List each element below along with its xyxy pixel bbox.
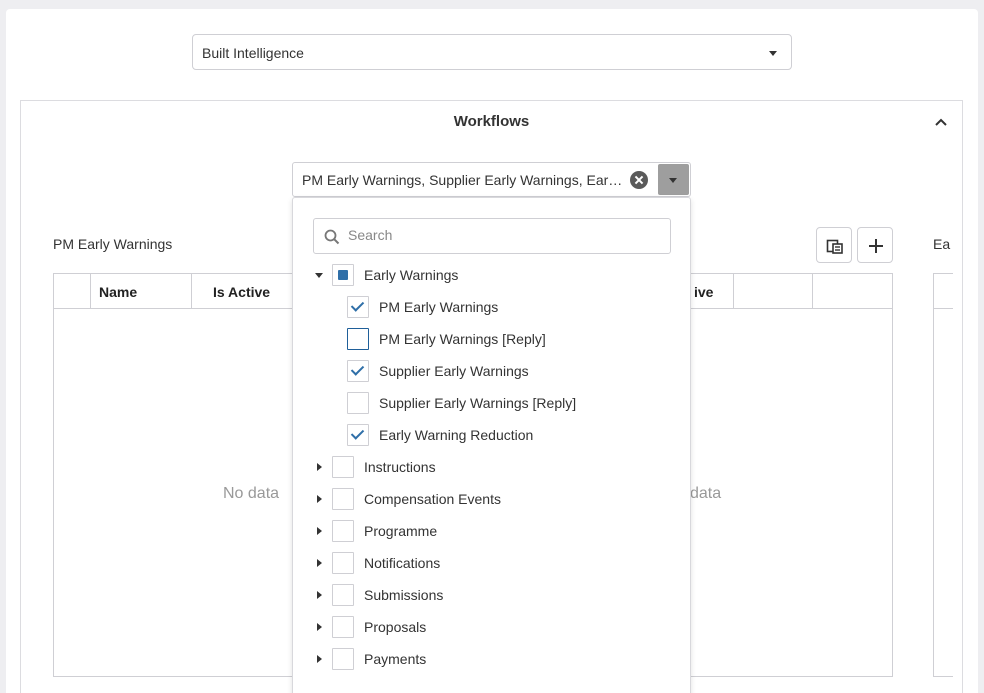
checkbox[interactable] <box>347 424 369 446</box>
caret-right-icon[interactable] <box>317 495 322 503</box>
tree-item-label: Payments <box>364 651 427 667</box>
plus-icon <box>869 239 883 253</box>
select-column-header[interactable] <box>54 274 91 308</box>
tree-item-supplier-early-warnings-reply[interactable]: Supplier Early Warnings [Reply] <box>293 391 690 415</box>
checkbox[interactable] <box>332 520 354 542</box>
tree-item-label: Supplier Early Warnings [Reply] <box>379 395 577 411</box>
grid-header-right <box>934 274 953 309</box>
tree-item-label: Instructions <box>364 459 436 475</box>
checkbox[interactable] <box>347 328 369 350</box>
tree-item-notifications[interactable]: Notifications <box>293 551 690 575</box>
tree-item-label: Early Warnings <box>364 267 459 283</box>
column-header-name[interactable]: Name <box>91 274 192 308</box>
empty-text-2: data <box>690 485 722 502</box>
tree-item-supplier-early-warnings[interactable]: Supplier Early Warnings <box>293 359 690 383</box>
checkbox[interactable] <box>332 584 354 606</box>
column-header-blank-2[interactable] <box>813 274 893 308</box>
workflows-title: Workflows <box>453 113 530 130</box>
tree-item-pm-early-warnings-reply[interactable]: PM Early Warnings [Reply] <box>293 327 690 351</box>
checkbox[interactable] <box>332 648 354 670</box>
search-box[interactable] <box>313 218 671 254</box>
caret-right-icon[interactable] <box>317 463 322 471</box>
caret-right-icon[interactable] <box>317 527 322 535</box>
tree-item-label: Proposals <box>364 619 427 635</box>
tree-item-label: Supplier Early Warnings <box>379 363 529 379</box>
tree-item-payments[interactable]: Payments <box>293 647 690 671</box>
checkbox[interactable] <box>332 488 354 510</box>
tree-item-programme[interactable]: Programme <box>293 519 690 543</box>
chevron-down-icon <box>669 178 677 183</box>
right-data-grid <box>933 273 953 677</box>
caret-right-icon[interactable] <box>317 655 322 663</box>
caret-right-icon[interactable] <box>317 591 322 599</box>
project-select[interactable]: Built Intelligence <box>192 34 792 70</box>
tree-item-early-warnings[interactable]: Early Warnings <box>293 263 690 287</box>
tree-item-early-warning-reduction[interactable]: Early Warning Reduction <box>293 423 690 447</box>
column-header-blank[interactable] <box>734 274 813 308</box>
tree-item-label: Programme <box>364 523 438 539</box>
checkbox[interactable] <box>332 616 354 638</box>
partial-check-icon <box>338 270 348 280</box>
right-panel-title: Ea <box>933 236 951 252</box>
search-input[interactable] <box>348 227 648 243</box>
add-button[interactable] <box>857 227 893 263</box>
tree-item-pm-early-warnings[interactable]: PM Early Warnings <box>293 295 690 319</box>
checkbox[interactable] <box>347 296 369 318</box>
check-icon <box>350 362 365 376</box>
checkbox[interactable] <box>347 360 369 382</box>
clear-icon[interactable] <box>630 171 648 189</box>
checkbox[interactable] <box>347 392 369 414</box>
project-select-value: Built Intelligence <box>202 45 304 61</box>
export-button[interactable] <box>816 227 852 263</box>
tree-item-label: Compensation Events <box>364 491 501 507</box>
workflows-select[interactable]: PM Early Warnings, Supplier Early Warnin… <box>292 162 691 197</box>
tree-item-proposals[interactable]: Proposals <box>293 615 690 639</box>
tree-item-submissions[interactable]: Submissions <box>293 583 690 607</box>
column-header-is-active-2[interactable]: ive <box>692 274 734 308</box>
left-panel-title: PM Early Warnings <box>53 236 173 252</box>
checkbox[interactable] <box>332 264 354 286</box>
column-header-is-active[interactable]: Is Active <box>192 274 293 308</box>
dropdown-toggle-button[interactable] <box>658 164 689 195</box>
tree-item-label: Submissions <box>364 587 444 603</box>
search-icon <box>324 229 340 245</box>
workflows-select-value: PM Early Warnings, Supplier Early Warnin… <box>302 172 624 188</box>
tree-item-instructions[interactable]: Instructions <box>293 455 690 479</box>
chevron-up-icon[interactable] <box>934 115 948 129</box>
tree-item-label: Early Warning Reduction <box>379 427 534 443</box>
check-icon <box>350 426 365 440</box>
workflows-dropdown: Early Warnings PM Early Warnings PM Early … <box>292 197 691 693</box>
tree-item-label: PM Early Warnings [Reply] <box>379 331 546 347</box>
empty-text: No data <box>223 485 280 502</box>
checkbox[interactable] <box>332 456 354 478</box>
caret-down-icon[interactable] <box>315 273 323 278</box>
chevron-down-icon <box>769 51 777 56</box>
tree-item-compensation-events[interactable]: Compensation Events <box>293 487 690 511</box>
check-icon <box>350 298 365 312</box>
tree-item-label: PM Early Warnings <box>379 299 499 315</box>
tree-item-label: Notifications <box>364 555 441 571</box>
checkbox[interactable] <box>332 552 354 574</box>
export-icon <box>826 239 843 254</box>
caret-right-icon[interactable] <box>317 623 322 631</box>
caret-right-icon[interactable] <box>317 559 322 567</box>
